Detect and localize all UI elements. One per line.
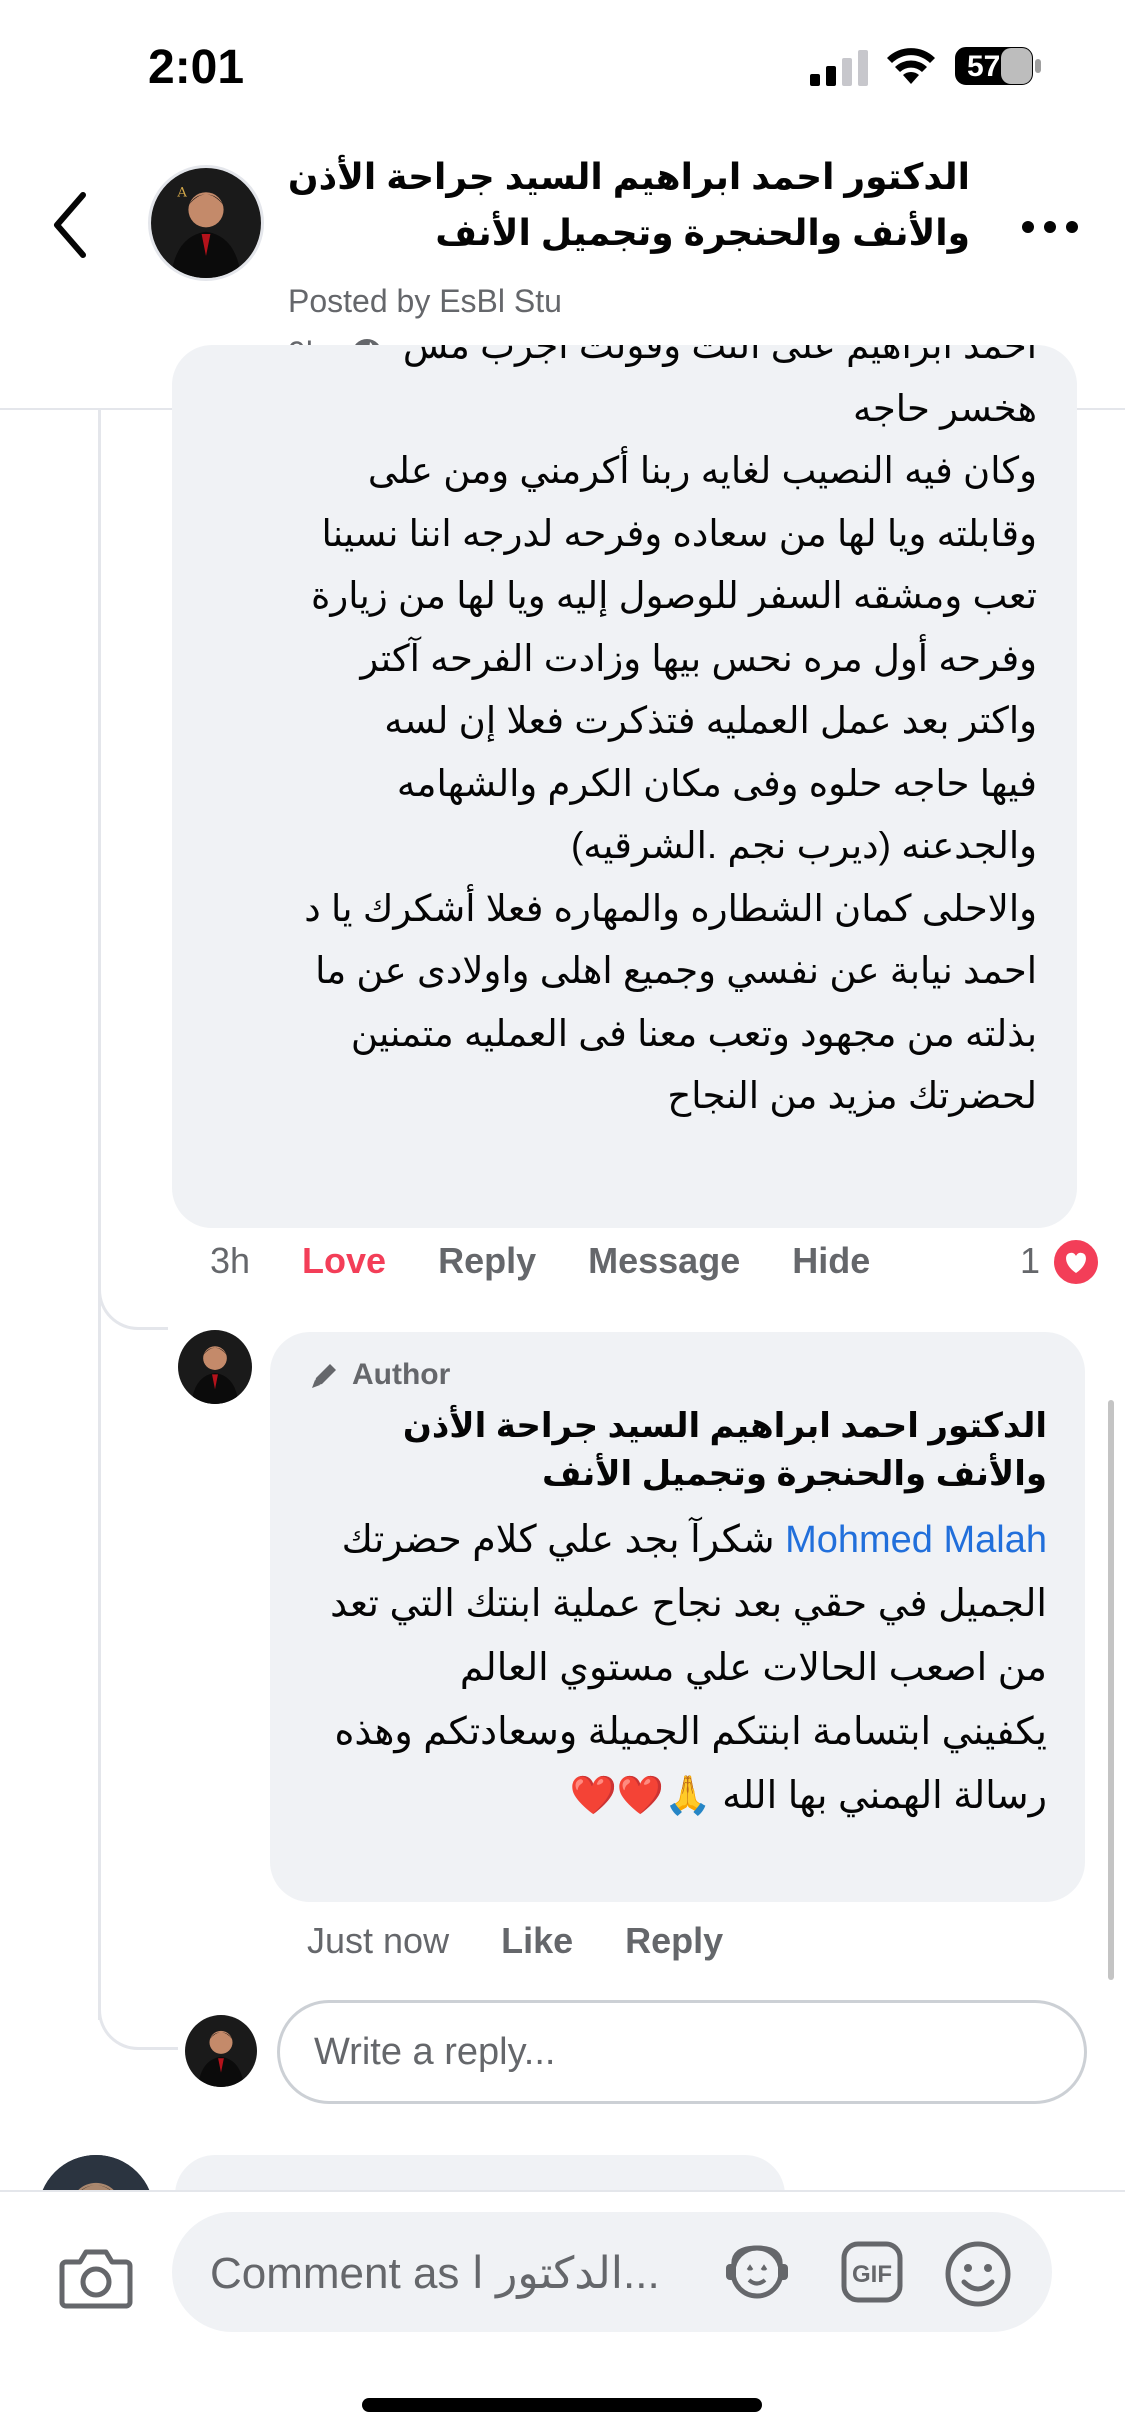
emoji-icon[interactable]	[944, 2240, 1012, 2308]
status-bar: 2:01 57	[0, 0, 1125, 135]
scrollbar[interactable]	[1108, 1400, 1114, 1980]
thread-line	[98, 410, 101, 1330]
comment-text: احمد ابراهيم على النت وقولت اجرب مش هخسر…	[304, 345, 1037, 1116]
svg-text:A: A	[176, 186, 187, 201]
love-button[interactable]: Love	[302, 1240, 386, 1282]
mention-link[interactable]: Mohmed Malah	[785, 1519, 1047, 1561]
chevron-left-icon[interactable]	[45, 185, 95, 265]
reply-text: Mohmed Malah شكرآ بجد علي كلام حضرتك الج…	[308, 1508, 1047, 1828]
reply-button[interactable]: Reply	[625, 1920, 723, 1962]
reply-age: Just now	[307, 1920, 450, 1961]
page-title[interactable]: الدكتور احمد ابراهيم السيد جراحة الأذن و…	[270, 149, 970, 261]
avatar[interactable]	[178, 1330, 252, 1404]
battery-indicator: 57	[955, 46, 1043, 86]
hide-button[interactable]: Hide	[792, 1240, 870, 1282]
reply-author-name[interactable]: الدكتور احمد ابراهيم السيد جراحة الأذن و…	[308, 1402, 1047, 1498]
camera-icon[interactable]	[58, 2244, 134, 2310]
cellular-signal-icon	[810, 50, 868, 86]
reply-button[interactable]: Reply	[438, 1240, 536, 1282]
pencil-icon	[312, 1364, 336, 1388]
more-dots-icon[interactable]	[1020, 207, 1080, 247]
avatar-sticker-icon[interactable]	[722, 2240, 792, 2304]
posted-by: Posted by EsBl Stu	[288, 283, 562, 319]
message-button[interactable]: Message	[588, 1240, 740, 1282]
comment-actions: 3h Love Reply Message Hide	[210, 1240, 870, 1282]
battery-level: 57	[967, 50, 1001, 83]
thread-connector	[98, 1995, 178, 2050]
comment-age: 3h	[210, 1240, 251, 1281]
avatar	[185, 2015, 257, 2087]
author-badge: Author	[308, 1358, 1047, 1392]
write-reply-input[interactable]: Write a reply...	[277, 2000, 1087, 2104]
author-label: Author	[352, 1358, 451, 1391]
thread-connector	[98, 1280, 168, 1330]
reaction-count[interactable]: 1	[1020, 1240, 1040, 1282]
comment-input[interactable]: Comment as الدكتور ا... GIF	[172, 2212, 1052, 2332]
gif-icon[interactable]: GIF	[840, 2240, 904, 2304]
reply-actions: Just now Like Reply	[307, 1920, 723, 1962]
heart-icon[interactable]	[1050, 1236, 1102, 1288]
like-button[interactable]: Like	[501, 1920, 573, 1962]
svg-text:GIF: GIF	[852, 2261, 892, 2288]
thread-line	[98, 1330, 101, 2020]
wifi-icon	[887, 48, 935, 84]
status-time: 2:01	[148, 41, 245, 94]
reply-bubble[interactable]: Author الدكتور احمد ابراهيم السيد جراحة …	[270, 1332, 1085, 1902]
write-reply-placeholder: Write a reply...	[314, 2030, 556, 2073]
comment-placeholder: Comment as الدكتور ا...	[210, 2249, 660, 2298]
comment-bubble[interactable]: احمد ابراهيم على النت وقولت اجرب مش هخسر…	[172, 345, 1077, 1228]
home-indicator[interactable]	[362, 2398, 762, 2412]
avatar[interactable]: A	[148, 165, 264, 281]
reply-emojis: 🙏❤️❤️	[569, 1775, 712, 1817]
